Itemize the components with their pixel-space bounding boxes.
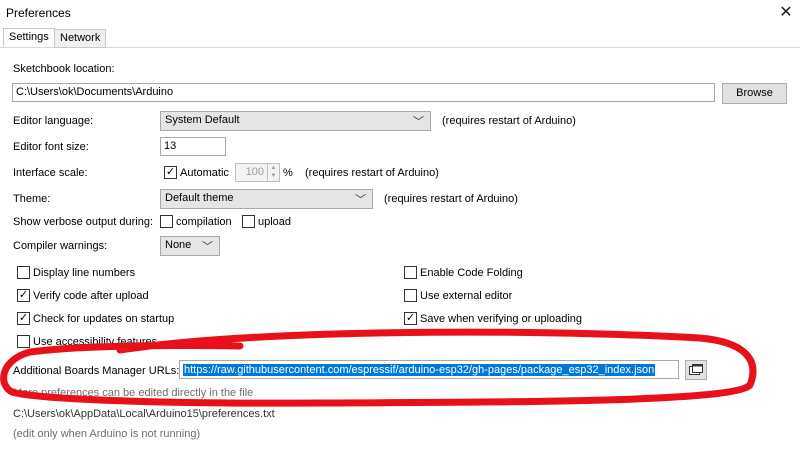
annotation-circle	[0, 328, 757, 407]
